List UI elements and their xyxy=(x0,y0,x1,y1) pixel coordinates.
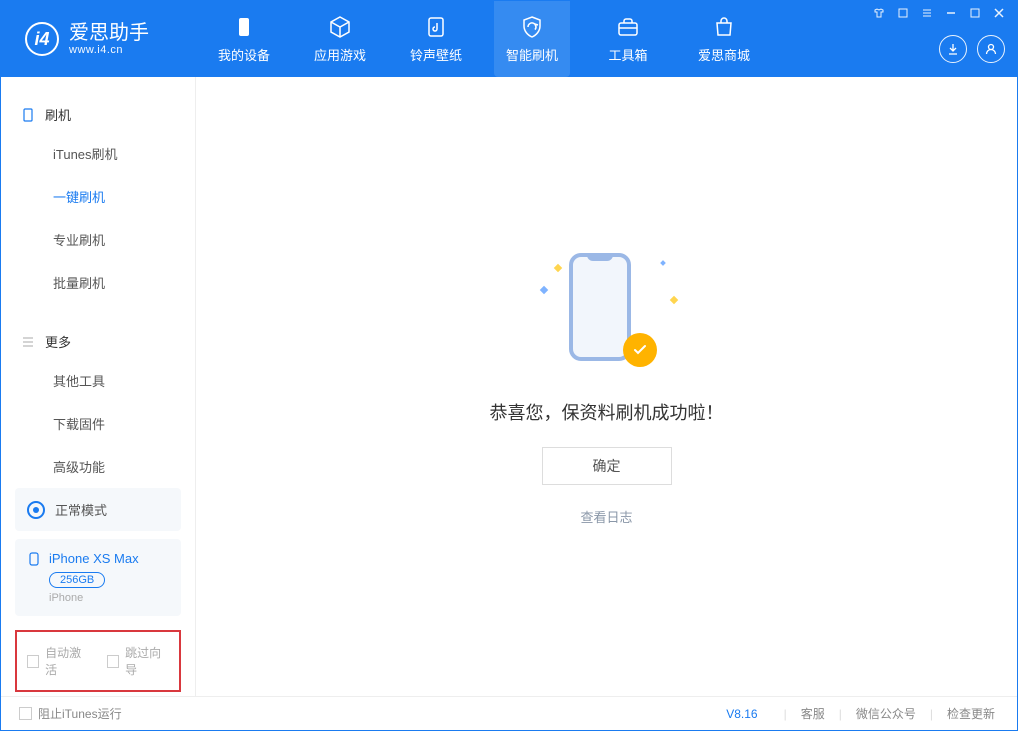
sidebar-item-onekey-flash[interactable]: 一键刷机 xyxy=(1,175,195,218)
checkbox-icon xyxy=(19,707,32,720)
checkbox-block-itunes[interactable]: 阻止iTunes运行 xyxy=(19,705,122,722)
success-message: 恭喜您，保资料刷机成功啦！ xyxy=(490,399,724,425)
titlebar: i4 爱思助手 www.i4.cn 我的设备 应用游戏 铃声壁纸 智能刷机 xyxy=(1,1,1017,77)
list-icon xyxy=(21,335,35,349)
sidebar: 刷机 iTunes刷机 一键刷机 专业刷机 批量刷机 更多 其他工具 下载固件 … xyxy=(1,77,196,696)
menu-icon[interactable] xyxy=(921,7,933,19)
mode-label: 正常模式 xyxy=(55,500,107,519)
check-update-link[interactable]: 检查更新 xyxy=(943,705,999,722)
toolbox-icon xyxy=(616,15,640,39)
checkbox-skip-guide[interactable]: 跳过向导 xyxy=(107,644,169,678)
logo-icon: i4 xyxy=(25,22,59,56)
support-link[interactable]: 客服 xyxy=(797,705,829,722)
note-icon[interactable] xyxy=(897,7,909,19)
close-icon[interactable] xyxy=(993,7,1005,19)
phone-icon xyxy=(232,15,256,39)
device-type: iPhone xyxy=(49,592,169,604)
sidebar-item-advanced[interactable]: 高级功能 xyxy=(1,445,195,488)
user-button[interactable] xyxy=(977,35,1005,63)
sidebar-item-itunes-flash[interactable]: iTunes刷机 xyxy=(1,132,195,175)
success-illustration xyxy=(537,247,677,377)
tab-toolbox[interactable]: 工具箱 xyxy=(580,1,676,77)
sidebar-item-other-tools[interactable]: 其他工具 xyxy=(1,359,195,402)
sidebar-item-batch-flash[interactable]: 批量刷机 xyxy=(1,261,195,304)
tab-my-device[interactable]: 我的设备 xyxy=(196,1,292,77)
app-name: 爱思助手 xyxy=(69,22,149,44)
tab-smart-flash[interactable]: 智能刷机 xyxy=(484,1,580,77)
checkbox-auto-activate[interactable]: 自动激活 xyxy=(27,644,89,678)
wechat-link[interactable]: 微信公众号 xyxy=(852,705,920,722)
check-badge-icon xyxy=(623,333,657,367)
statusbar: 阻止iTunes运行 V8.16 | 客服 | 微信公众号 | 检查更新 xyxy=(1,696,1017,730)
version-label: V8.16 xyxy=(726,707,757,721)
tab-label: 我的设备 xyxy=(218,45,270,64)
app-logo: i4 爱思助手 www.i4.cn xyxy=(1,1,196,77)
download-icon xyxy=(946,42,960,56)
checkbox-icon xyxy=(107,655,119,668)
view-log-link[interactable]: 查看日志 xyxy=(580,507,632,526)
download-button[interactable] xyxy=(939,35,967,63)
device-card[interactable]: iPhone XS Max 256GB iPhone xyxy=(15,539,181,616)
sidebar-section-more: 更多 xyxy=(1,324,195,359)
device-name: iPhone XS Max xyxy=(49,551,139,566)
bag-icon xyxy=(712,15,736,39)
main-content: 恭喜您，保资料刷机成功啦！ 确定 查看日志 xyxy=(196,77,1017,696)
sidebar-section-flash: 刷机 xyxy=(1,97,195,132)
user-icon xyxy=(984,42,998,56)
device-small-icon xyxy=(27,552,41,566)
device-capacity: 256GB xyxy=(49,572,105,588)
maximize-icon[interactable] xyxy=(969,7,981,19)
ok-button[interactable]: 确定 xyxy=(542,447,672,485)
device-icon xyxy=(21,108,35,122)
sidebar-item-download-firmware[interactable]: 下载固件 xyxy=(1,402,195,445)
mode-card[interactable]: 正常模式 xyxy=(15,488,181,531)
tab-label: 工具箱 xyxy=(608,45,647,64)
shield-refresh-icon xyxy=(520,15,544,39)
tab-label: 铃声壁纸 xyxy=(410,45,462,64)
sidebar-item-pro-flash[interactable]: 专业刷机 xyxy=(1,218,195,261)
checkbox-icon xyxy=(27,655,39,668)
tab-store[interactable]: 爱思商城 xyxy=(676,1,772,77)
options-highlight-box: 自动激活 跳过向导 xyxy=(15,630,181,692)
tab-label: 智能刷机 xyxy=(506,45,558,64)
tab-label: 爱思商城 xyxy=(698,45,750,64)
music-file-icon xyxy=(424,15,448,39)
app-url: www.i4.cn xyxy=(69,44,149,56)
mode-icon xyxy=(27,501,45,519)
tab-apps-games[interactable]: 应用游戏 xyxy=(292,1,388,77)
tab-ringtones-wallpapers[interactable]: 铃声壁纸 xyxy=(388,1,484,77)
window-controls xyxy=(861,1,1017,25)
cube-icon xyxy=(328,15,352,39)
minimize-icon[interactable] xyxy=(945,7,957,19)
tab-label: 应用游戏 xyxy=(314,45,366,64)
shirt-icon[interactable] xyxy=(873,7,885,19)
